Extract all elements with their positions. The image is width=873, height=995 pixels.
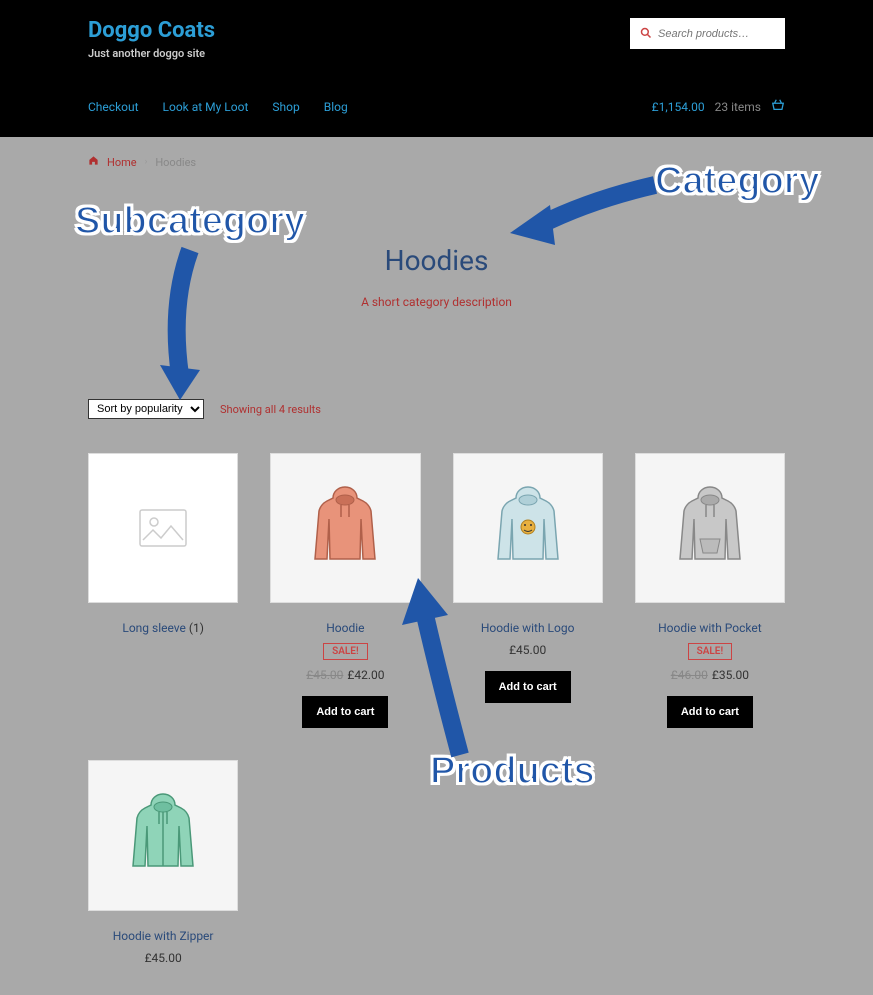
breadcrumb-home[interactable]: Home (107, 156, 137, 169)
product-price: £45.00 (88, 951, 238, 965)
product-card[interactable]: Hoodie with Pocket SALE! £46.00£35.00 Ad… (635, 453, 785, 728)
breadcrumb-current: Hoodies (155, 156, 196, 169)
arrow-icon (400, 570, 500, 760)
subcategory-name: Long sleeve (1) (88, 621, 238, 635)
sale-badge: SALE! (688, 643, 733, 660)
product-price: £45.00£42.00 (270, 668, 420, 682)
product-card[interactable]: Hoodie with Zipper £45.00 (88, 760, 238, 964)
product-name: Hoodie with Pocket (635, 621, 785, 635)
search-box[interactable] (630, 18, 785, 49)
cart-summary[interactable]: £1,154.00 23 items (652, 98, 785, 115)
nav-checkout[interactable]: Checkout (88, 100, 139, 114)
home-icon (88, 155, 99, 169)
product-image (88, 760, 238, 910)
product-name: Hoodie with Zipper (88, 929, 238, 943)
cart-count: 23 items (715, 100, 761, 114)
annotation-subcategory: Subcategory (75, 200, 305, 243)
product-name: Hoodie (270, 621, 420, 635)
sale-badge: SALE! (323, 643, 368, 660)
search-input[interactable] (658, 28, 775, 40)
nav-blog[interactable]: Blog (324, 100, 348, 114)
placeholder-image (88, 453, 238, 603)
site-title[interactable]: Doggo Coats (88, 18, 215, 43)
subcategory-card[interactable]: Long sleeve (1) (88, 453, 238, 728)
annotation-category: Category (655, 160, 820, 203)
basket-icon (771, 98, 785, 115)
add-to-cart-button[interactable]: Add to cart (667, 696, 753, 728)
search-icon (640, 24, 652, 43)
product-card[interactable]: Hoodie SALE! £45.00£42.00 Add to cart (270, 453, 420, 728)
breadcrumb-sep: › (145, 157, 148, 167)
main-nav: Checkout Look at My Loot Shop Blog (88, 100, 348, 114)
site-tagline: Just another doggo site (88, 47, 215, 60)
result-count: Showing all 4 results (220, 403, 321, 416)
product-price: £46.00£35.00 (635, 668, 785, 682)
arrow-icon (140, 245, 220, 405)
add-to-cart-button[interactable]: Add to cart (302, 696, 388, 728)
product-image (270, 453, 420, 603)
product-image (635, 453, 785, 603)
nav-shop[interactable]: Shop (272, 100, 299, 114)
cart-total: £1,154.00 (652, 100, 705, 114)
nav-loot[interactable]: Look at My Loot (163, 100, 249, 114)
arrow-icon (500, 175, 660, 255)
